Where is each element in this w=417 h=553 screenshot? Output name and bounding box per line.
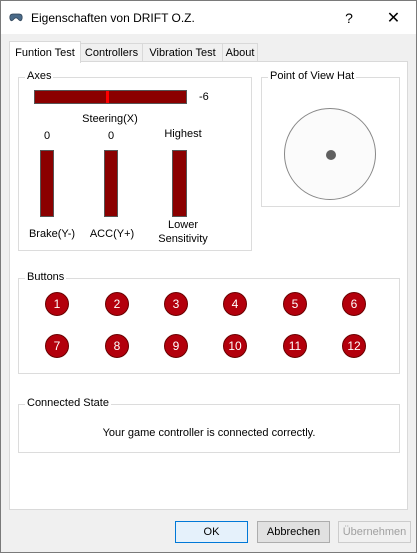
sensitivity-slider[interactable] <box>172 150 187 217</box>
button-indicator: 6 <box>342 292 366 316</box>
tab-vibration-test[interactable]: Vibration Test <box>142 43 223 61</box>
brake-label: Brake(Y-) <box>28 228 76 240</box>
title-bar: Eigenschaften von DRIFT O.Z. ? ✕ <box>1 1 416 34</box>
acc-label: ACC(Y+) <box>89 228 135 240</box>
buttons-legend: Buttons <box>25 271 67 283</box>
connection-status-message: Your game controller is connected correc… <box>102 427 316 439</box>
ok-button[interactable]: OK <box>175 521 248 543</box>
steering-label: Steering(X) <box>82 113 138 125</box>
brake-value: 0 <box>43 130 51 142</box>
button-indicator: 1 <box>45 292 69 316</box>
axes-legend: Axes <box>25 70 54 82</box>
tab-panel: Axes -6 Steering(X) 0 0 Highest Brake(Y-… <box>9 61 408 510</box>
button-indicator: 3 <box>164 292 188 316</box>
sensitivity-caption: Sensitivity <box>158 233 208 245</box>
button-indicator: 4 <box>223 292 247 316</box>
tab-controllers[interactable]: Controllers <box>80 43 143 61</box>
help-button[interactable]: ? <box>327 1 371 34</box>
connected-state-group: Connected State Your game controller is … <box>18 397 400 453</box>
tab-function-test[interactable]: Funtion Test <box>9 41 81 63</box>
sensitivity-low-label: Lower <box>168 219 198 231</box>
button-indicator: 10 <box>223 334 247 358</box>
pov-legend: Point of View Hat <box>268 70 357 82</box>
button-indicator: 12 <box>342 334 366 358</box>
pov-center-dot <box>326 150 336 160</box>
acc-axis-bar <box>104 150 118 217</box>
steering-value: -6 <box>199 91 209 103</box>
game-controller-icon <box>9 13 23 22</box>
window-title: Eigenschaften von DRIFT O.Z. <box>31 11 195 25</box>
button-indicator: 2 <box>105 292 129 316</box>
pov-hat-group: Point of View Hat <box>261 70 400 207</box>
properties-dialog: Eigenschaften von DRIFT O.Z. ? ✕ Funtion… <box>0 0 417 553</box>
steering-position-marker <box>106 91 109 103</box>
button-indicator: 7 <box>45 334 69 358</box>
button-indicator: 5 <box>283 292 307 316</box>
connected-state-legend: Connected State <box>25 397 111 409</box>
button-indicator: 8 <box>105 334 129 358</box>
cancel-button[interactable]: Abbrechen <box>257 521 330 543</box>
close-button[interactable]: ✕ <box>371 1 416 34</box>
axes-group: Axes -6 Steering(X) 0 0 Highest Brake(Y-… <box>18 70 252 251</box>
acc-value: 0 <box>107 130 115 142</box>
pov-hat-indicator <box>284 108 376 200</box>
button-indicator: 11 <box>283 334 307 358</box>
sensitivity-high-label: Highest <box>164 128 202 140</box>
brake-axis-bar <box>40 150 54 217</box>
tab-about[interactable]: About <box>222 43 258 61</box>
buttons-group: Buttons 1 2 3 4 5 6 7 8 9 10 11 12 <box>18 271 400 374</box>
steering-axis-bar <box>34 90 187 104</box>
button-indicator: 9 <box>164 334 188 358</box>
apply-button[interactable]: Übernehmen <box>338 521 411 543</box>
